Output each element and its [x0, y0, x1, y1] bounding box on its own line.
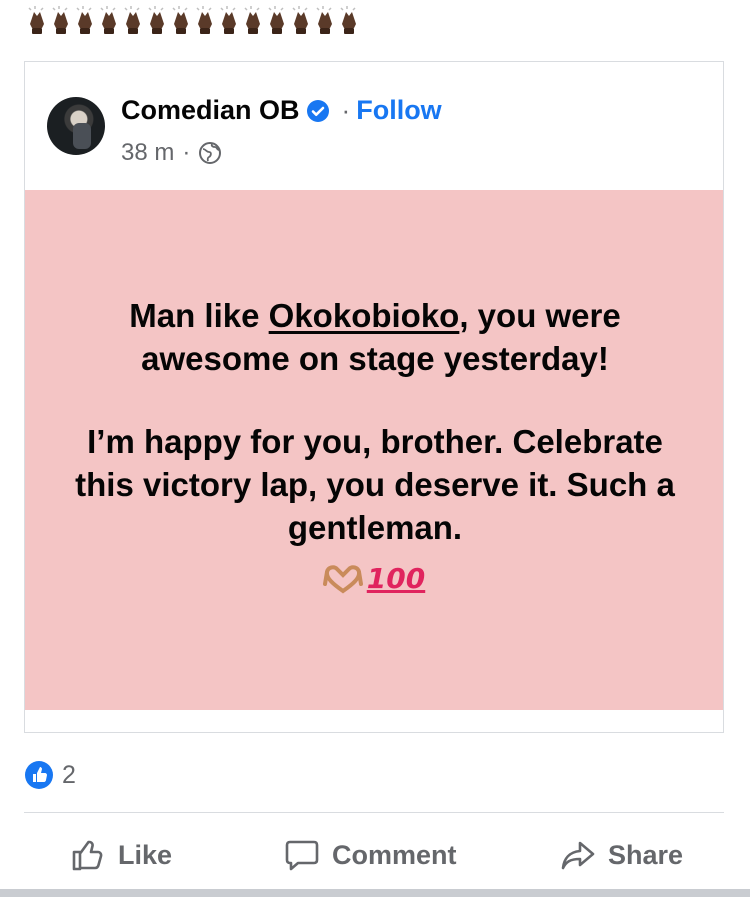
share-button[interactable]: Share — [560, 825, 683, 885]
author-name[interactable]: Comedian OB — [121, 95, 300, 126]
avatar[interactable] — [47, 97, 105, 155]
globe-icon[interactable] — [198, 141, 222, 165]
folded-hands-icon — [172, 6, 188, 34]
folded-hands-icon — [124, 6, 140, 34]
mention-link[interactable]: Okokobioko — [269, 297, 460, 334]
actions-divider — [24, 812, 724, 813]
post-text: Man like Okokobioko, you were awesome on… — [65, 294, 685, 549]
heart-hands-icon — [322, 564, 363, 593]
folded-hands-icon — [28, 6, 44, 34]
like-label: Like — [118, 839, 173, 870]
reaction-count: 2 — [62, 760, 76, 789]
post-time[interactable]: 38 m — [121, 139, 174, 167]
follow-button[interactable]: Follow — [356, 95, 441, 126]
post-meta: 38 m · — [121, 139, 222, 167]
post-body: Man like Okokobioko, you were awesome on… — [25, 190, 723, 710]
post-header: Comedian OB · Follow 38 m · — [25, 62, 723, 190]
comment-icon — [285, 840, 319, 871]
author-separator: · — [341, 95, 351, 125]
folded-hands-icon — [76, 6, 92, 34]
line1-prefix: Man like — [129, 297, 269, 334]
comment-button[interactable]: Comment — [284, 825, 457, 885]
like-reaction-icon — [25, 761, 53, 789]
action-bar: Like Comment Share — [24, 825, 724, 885]
hundred-points-icon: 100 — [366, 562, 426, 595]
post-paragraph-2: I’m happy for you, brother. Celebrate th… — [75, 423, 675, 546]
folded-hands-icon — [52, 6, 68, 34]
folded-hands-icon — [316, 6, 332, 34]
share-arrow-icon — [561, 841, 595, 870]
verified-badge-icon — [306, 99, 329, 122]
thumbs-up-icon — [72, 840, 103, 871]
folded-hands-icon — [220, 6, 236, 34]
folded-hands-icon — [268, 6, 284, 34]
post-card: Comedian OB · Follow 38 m · Man like Oko… — [24, 61, 724, 733]
folded-hands-icon — [340, 6, 356, 34]
folded-hands-icon — [196, 6, 212, 34]
bottom-bar — [0, 889, 750, 897]
post-paragraph-1: Man like Okokobioko, you were awesome on… — [65, 294, 685, 380]
folded-hands-icon — [100, 6, 116, 34]
folded-hands-icon — [148, 6, 164, 34]
reactions-summary[interactable]: 2 — [24, 760, 76, 790]
post-emojis: 100 — [25, 562, 723, 595]
folded-hands-icon — [292, 6, 308, 34]
author-line: Comedian OB · Follow — [121, 95, 442, 126]
comment-label: Comment — [332, 839, 457, 870]
like-button[interactable]: Like — [70, 825, 172, 885]
folded-hands-icon — [244, 6, 260, 34]
share-label: Share — [608, 839, 684, 870]
top-emoji-row — [26, 4, 360, 38]
meta-separator: · — [182, 139, 191, 166]
